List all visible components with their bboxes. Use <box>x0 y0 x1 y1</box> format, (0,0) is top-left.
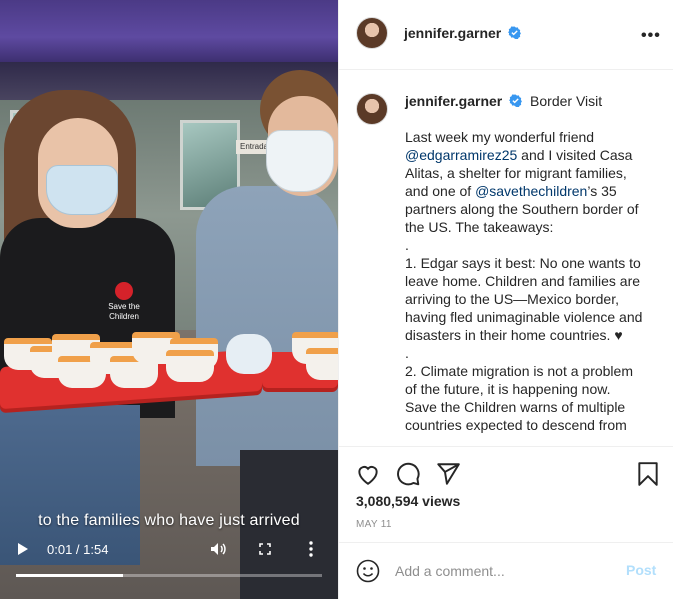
video-progress-bar[interactable] <box>16 574 322 577</box>
video-frame-man-mask <box>266 130 334 192</box>
caption-text-segment: 1. Edgar says it best: No one wants to l… <box>405 255 643 343</box>
location-text[interactable]: Border Visit <box>530 93 602 109</box>
comment-form: Post <box>339 542 673 599</box>
views-count[interactable]: 3,080,594 views <box>356 493 460 509</box>
video-subtitle: to the families who have just arrived <box>38 512 300 529</box>
mention-link[interactable]: @savethechildren <box>475 183 587 199</box>
video-progress-fill <box>16 574 124 577</box>
caption-username[interactable]: jennifer.garner <box>405 93 502 109</box>
caption-paragraph: . <box>405 236 645 254</box>
caption-paragraph: 2. Climate migration is not a problem of… <box>405 362 645 434</box>
mention-link[interactable]: @edgarramirez25 <box>405 147 517 163</box>
caption-text: Last week my wonderful friend @edgarrami… <box>405 128 645 434</box>
play-icon[interactable] <box>18 543 28 555</box>
video-frame-man-shirt <box>196 186 338 466</box>
post-actions: 3,080,594 views MAY 11 <box>339 446 673 542</box>
more-horizontal-icon[interactable]: ••• <box>641 27 661 45</box>
caption-text-segment: . <box>405 345 409 361</box>
caption-paragraph: Last week my wonderful friend @edgarrami… <box>405 128 645 236</box>
heart-icon[interactable] <box>355 461 381 487</box>
video-time: 0:01 / 1:54 <box>47 542 109 557</box>
share-icon[interactable] <box>435 461 461 487</box>
verified-badge-icon <box>508 26 521 39</box>
more-vertical-icon[interactable] <box>309 541 313 557</box>
video-frame-glove <box>226 334 272 374</box>
caption-paragraph: 1. Edgar says it best: No one wants to l… <box>405 254 645 344</box>
volume-icon[interactable] <box>210 542 226 556</box>
caption-header: jennifer.garner Border Visit <box>405 93 602 109</box>
post-panel: jennifer.garner ••• jennifer.garner Bord… <box>338 0 673 599</box>
verified-badge-icon <box>509 94 523 107</box>
comment-icon[interactable] <box>395 461 421 487</box>
shirt-logo: Save the Children <box>104 282 144 322</box>
video-frame-cup <box>166 350 214 382</box>
video-frame-awning <box>0 0 338 62</box>
post-header: jennifer.garner ••• <box>339 0 673 70</box>
video-player[interactable]: Entrada Save the Children to the familie… <box>0 0 338 599</box>
caption-paragraph: . <box>405 344 645 362</box>
emoji-icon[interactable] <box>356 559 380 583</box>
video-controls: 0:01 / 1:54 <box>0 536 338 564</box>
caption-text-segment: . <box>405 237 409 253</box>
caption-area: jennifer.garner Border Visit Last week m… <box>339 71 673 445</box>
fullscreen-icon[interactable] <box>259 543 271 555</box>
video-frame-cup <box>306 348 338 380</box>
avatar[interactable] <box>356 17 388 49</box>
comment-input[interactable] <box>395 557 613 585</box>
post-comment-button[interactable]: Post <box>626 562 656 578</box>
video-frame-woman-mask <box>46 165 118 215</box>
save-the-children-logo-icon <box>115 282 133 300</box>
caption-avatar[interactable] <box>356 93 388 125</box>
caption-text-segment: Last week my wonderful friend <box>405 129 595 145</box>
bookmark-icon[interactable] <box>635 461 661 487</box>
caption-text-segment: 2. Climate migration is not a problem of… <box>405 363 633 433</box>
post-date[interactable]: MAY 11 <box>356 519 392 530</box>
header-username[interactable]: jennifer.garner <box>404 25 501 41</box>
